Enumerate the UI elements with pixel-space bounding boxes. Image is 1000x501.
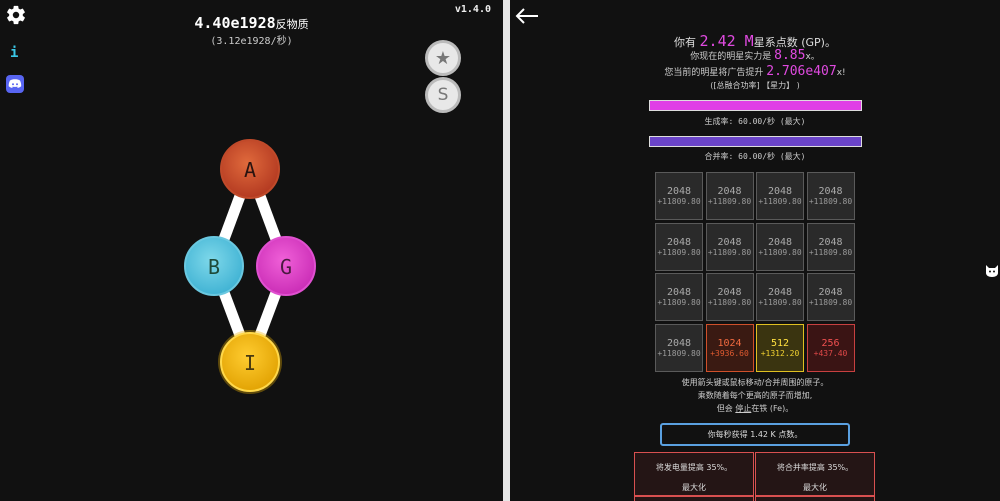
antimatter-pane: i v1.4.0 4.40e1928反物质 (3.12e1928/秒) ★ S …: [0, 0, 503, 501]
cat-icon[interactable]: [984, 263, 1000, 277]
instructions-line-1: 使用箭头键或鼠标移动/合并周围的原子。: [681, 378, 829, 387]
atom-value: 1024: [717, 337, 742, 349]
atom-value: 2048: [818, 287, 843, 298]
atom-cell[interactable]: 2048 +11809.80: [705, 273, 754, 321]
strength-suffix: x。: [805, 52, 820, 62]
atom-bonus: +11809.80: [657, 247, 701, 257]
atom-bonus: +11809.80: [657, 197, 701, 206]
atom-cell[interactable]: 2048 +11809.80: [806, 222, 855, 271]
atom-cell[interactable]: 2048 +11809.80: [705, 172, 754, 220]
atom-bonus: +437.40: [813, 348, 848, 358]
atom-bonus: +11809.80: [808, 197, 853, 206]
atom-value: 2048: [717, 287, 742, 298]
atom-cell[interactable]: 2048 +11809.80: [756, 273, 804, 321]
atom-cell[interactable]: 2048 +11809.80: [756, 172, 804, 220]
upgrade-merge-state: 最大化: [803, 483, 827, 492]
atom-cell[interactable]: 2048 +11809.80: [705, 222, 754, 271]
atom-cell[interactable]: 2048 +11809.80: [655, 323, 703, 372]
atom-value: 512: [770, 337, 790, 349]
instructions-line-3: 但会 停止在铁 (Fe)。: [510, 403, 1000, 414]
boost-value: 2.706e407: [766, 64, 837, 79]
merge-rate-fill: [650, 137, 861, 146]
atom-cell[interactable]: 2048 +11809.80: [806, 172, 855, 220]
atom-value: 2048: [666, 186, 692, 197]
atom-bonus: +11809.80: [707, 197, 752, 206]
atom-value: 2048: [818, 236, 843, 248]
atom-value: 2048: [818, 186, 843, 197]
stop-link[interactable]: 停止: [735, 404, 751, 413]
atom-bonus: +3936.60: [710, 348, 749, 358]
instructions-line-2: 乘数随着每个更高的原子而增加,: [697, 391, 813, 400]
atom-bonus: +11809.80: [758, 247, 802, 257]
atom-bonus: +11809.80: [758, 298, 802, 307]
atom-bonus: +11809.80: [808, 298, 853, 307]
atom-value: 2048: [666, 236, 692, 248]
atom-value: 2048: [666, 287, 692, 298]
generation-rate-label: 生成率: 60.00/秒 (最大): [704, 117, 806, 126]
generation-rate-bar: [649, 100, 862, 111]
atom-cell[interactable]: 256 +437.40: [806, 323, 855, 372]
atom-cell[interactable]: 2048 +11809.80: [655, 273, 703, 321]
atom-cell[interactable]: 1024 +3936.60: [705, 323, 754, 372]
star-strength: 你现在的明星实力是 8.85x。: [510, 48, 1000, 63]
atom-cell[interactable]: 512 +1312.20: [756, 323, 804, 372]
atom-bonus: +11809.80: [657, 348, 701, 358]
upgrade-stub-right[interactable]: [755, 496, 875, 501]
atom-value: 2048: [767, 287, 793, 298]
atom-cell[interactable]: 2048 +11809.80: [655, 222, 703, 271]
node-i[interactable]: I: [218, 330, 282, 394]
back-arrow-icon[interactable]: [514, 6, 540, 26]
atom-value: 2048: [767, 236, 793, 248]
atom-value: 2048: [717, 186, 742, 197]
atom-bonus: +11809.80: [808, 247, 853, 257]
upgrade-generation-button[interactable]: 将发电量提高 35%。 最大化: [634, 452, 754, 496]
merge-rate-bar: [649, 136, 862, 147]
pane-divider: [503, 0, 510, 501]
node-i-label: I: [244, 351, 256, 375]
atom-cell[interactable]: 2048 +11809.80: [655, 172, 703, 220]
strength-prefix: 你现在的明星实力是: [690, 52, 772, 62]
atom-bonus: +11809.80: [758, 197, 802, 206]
atom-bonus: +11809.80: [707, 298, 752, 307]
atom-cell[interactable]: 2048 +11809.80: [756, 222, 804, 271]
atom-value: 2048: [767, 186, 793, 197]
points-per-second-box: 你每秒获得 1.42 K 点数。: [660, 423, 850, 446]
strength-value: 8.85: [774, 48, 806, 63]
atom-bonus: +11809.80: [657, 298, 701, 307]
galaxy-pane: 你有 2.42 M星系点数 (GP)。 你现在的明星实力是 8.85x。 您当前…: [510, 0, 1000, 501]
total-fusion-power: ([总融合功率] 【星力】 ): [710, 81, 800, 90]
generation-rate-fill: [650, 101, 861, 110]
node-a-label: A: [244, 158, 256, 182]
upgrade-generation-title: 将发电量提高 35%。: [655, 463, 733, 472]
upgrade-merge-title: 将合并率提高 35%。: [776, 463, 854, 472]
atom-value: 2048: [717, 236, 742, 248]
node-b-label: B: [208, 255, 220, 279]
atom-bonus: +1312.20: [760, 348, 800, 358]
atom-value: 2048: [666, 337, 692, 349]
atom-cell[interactable]: 2048 +11809.80: [806, 273, 855, 321]
instructions-3b: 在铁 (Fe)。: [751, 404, 794, 413]
node-tree: A B G I: [184, 139, 316, 394]
star-boost: 您当前的明星将广告提升 2.706e407x!: [510, 64, 1000, 79]
atom-value: 256: [821, 337, 840, 349]
instructions-3a: 但会: [716, 404, 733, 413]
atom-bonus: +11809.80: [707, 247, 752, 257]
boost-suffix: x!: [836, 68, 846, 78]
node-b[interactable]: B: [184, 236, 244, 296]
boost-prefix: 您当前的明星将广告提升: [664, 68, 764, 78]
upgrade-stub-left[interactable]: [634, 496, 754, 501]
node-g-label: G: [280, 255, 292, 279]
upgrade-merge-button[interactable]: 将合并率提高 35%。 最大化: [755, 452, 875, 496]
node-g[interactable]: G: [256, 236, 316, 296]
node-a[interactable]: A: [220, 139, 280, 199]
upgrade-generation-state: 最大化: [682, 483, 706, 492]
merge-rate-label: 合并率: 60.00/秒 (最大): [704, 152, 806, 161]
